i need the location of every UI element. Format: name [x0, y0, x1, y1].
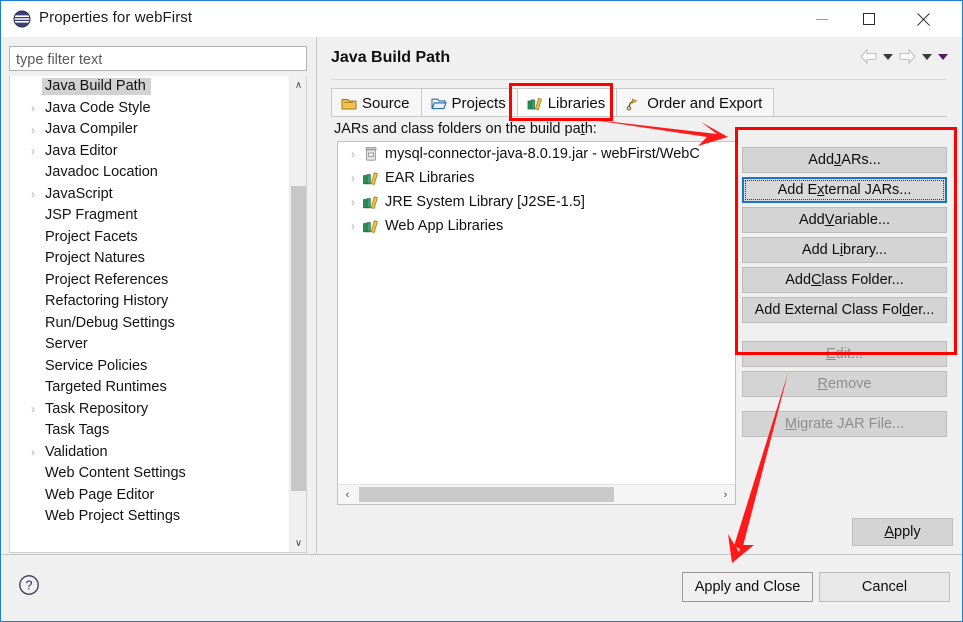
arrow-to-apply-and-close [728, 373, 788, 563]
arrow-tab-to-buttons [587, 119, 728, 146]
annotation-arrows [587, 119, 788, 563]
properties-dialog: Properties for webFirst ›Java Build Path… [0, 0, 963, 622]
